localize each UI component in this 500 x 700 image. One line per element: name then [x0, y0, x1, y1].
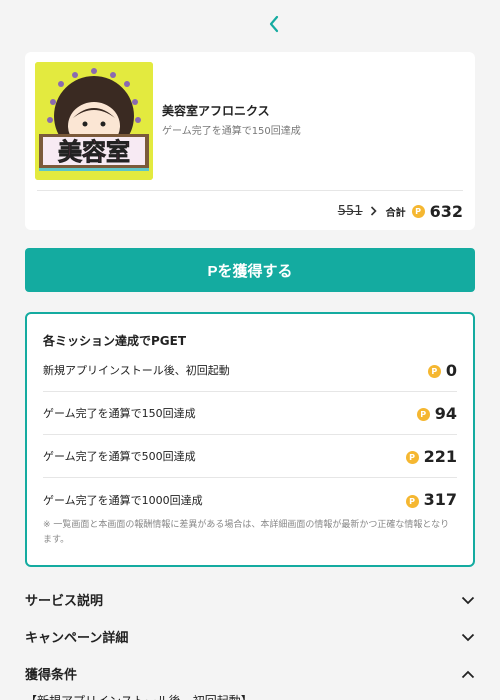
accordion-label: キャンペーン詳細 — [25, 630, 129, 646]
mission-label: ゲーム完了を通算で500回達成 — [43, 450, 196, 463]
point-coin-icon: P — [405, 494, 419, 508]
mission-points: 0 — [445, 360, 457, 380]
accordion-label: 獲得条件 — [25, 667, 78, 683]
divider — [37, 190, 463, 191]
missions-title: 各ミッション達成でPGET — [43, 334, 187, 348]
chevron-left-icon — [269, 15, 279, 33]
mission-points: 221 — [423, 446, 457, 466]
chevron-down-icon — [461, 627, 475, 646]
chevron-up-icon — [461, 664, 475, 683]
chevron-right-icon — [370, 206, 377, 216]
app-icon-text: 美容室 — [58, 138, 130, 166]
price-summary: 551 合計 P 632 — [338, 200, 463, 222]
point-coin-icon: P — [427, 365, 441, 378]
mission-points: 94 — [434, 403, 457, 423]
app-name: 美容室アフロニクス — [162, 104, 270, 118]
total-label: 合計 — [385, 207, 406, 219]
mission-label: ゲーム完了を通算で1000回達成 — [43, 493, 203, 507]
point-coin-icon: P — [411, 204, 425, 218]
accordion-service-description[interactable]: サービス説明 — [25, 586, 475, 612]
mission-label: ゲーム完了を通算で150回達成 — [43, 407, 196, 420]
app-icon: 美容室 — [35, 62, 153, 180]
accordion-label: サービス説明 — [25, 593, 104, 609]
mission-row: ゲーム完了を通算で500回達成 P 221 — [43, 435, 457, 478]
get-points-button[interactable]: Pを獲得する — [25, 248, 475, 292]
chevron-down-icon — [461, 590, 475, 609]
point-coin-icon: P — [416, 408, 430, 421]
accordion-acquisition-conditions[interactable]: 獲得条件 — [25, 660, 475, 686]
mission-points: 317 — [423, 490, 457, 509]
app-condition: ゲーム完了を通算で150回達成 — [162, 126, 301, 137]
conditions-text: 【新規アプリインストール後、初回起動】 — [25, 692, 253, 700]
back-button[interactable] — [264, 12, 284, 36]
accordion-campaign-details[interactable]: キャンペーン詳細 — [25, 623, 475, 649]
reward-disclaimer: ※ 一覧画面と本画面の報酬情報に差異がある場合は、本詳細画面の情報が最新かつ正確… — [43, 520, 450, 545]
old-price: 551 — [337, 203, 363, 219]
app-card: 美容室 美容室アフロニクス ゲーム完了を通算で150回達成 551 合計 P 6… — [25, 52, 475, 230]
mission-row: ゲーム完了を通算で1000回達成 P 317 — [43, 478, 457, 521]
point-coin-icon: P — [405, 451, 419, 464]
mission-row: ゲーム完了を通算で150回達成 P 94 — [43, 392, 457, 435]
missions-panel: 各ミッション達成でPGET 新規アプリインストール後、初回起動 P0 ゲーム完了… — [25, 312, 475, 567]
mission-label: 新規アプリインストール後、初回起動 — [43, 364, 230, 377]
total-points: 632 — [429, 201, 463, 221]
mission-row: 新規アプリインストール後、初回起動 P0 — [43, 349, 457, 392]
